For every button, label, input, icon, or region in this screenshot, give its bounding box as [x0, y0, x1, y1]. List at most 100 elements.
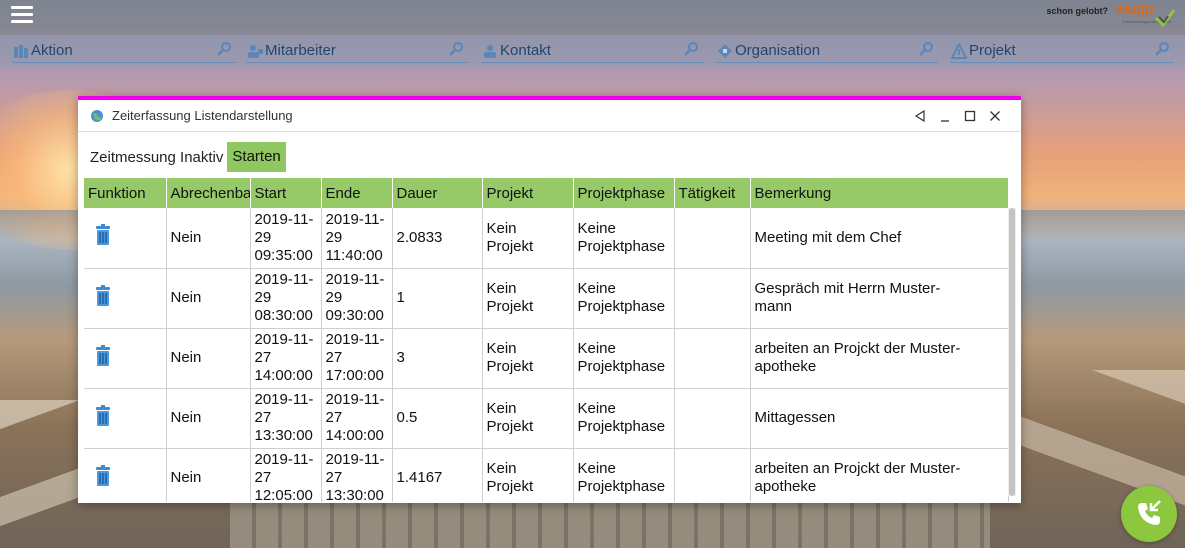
maximize-button[interactable] [957, 106, 982, 126]
search-icon[interactable] [683, 41, 699, 57]
dialog-toolbar: Zeitmessung Inaktiv Starten [90, 142, 286, 172]
column-header-dauer[interactable]: Dauer [392, 178, 483, 208]
search-bar: Aktion Mitarbeiter Kontakt Organisation … [0, 35, 1185, 67]
cell-funktion [84, 328, 167, 389]
cell-bemerkung: Mittagessen [750, 388, 1009, 449]
cell-projektphase: Keine Projektphase [573, 328, 675, 389]
column-header-projekt[interactable]: Projekt [482, 178, 574, 208]
table-row[interactable]: Nein 2019-11- 27 13:30:00 2019-11- 27 14… [84, 388, 1009, 449]
dialog-title: Zeiterfassung Listendarstellung [112, 108, 293, 123]
cell-taetigkeit [674, 448, 751, 502]
table-row[interactable]: Nein 2019-11- 29 09:35:00 2019-11- 29 11… [84, 208, 1009, 269]
cell-start: 2019-11- 27 14:00:00 [250, 328, 322, 389]
search-icon[interactable] [918, 41, 934, 57]
cell-abrechenbar: Nein [166, 448, 251, 502]
globe-icon [91, 109, 103, 122]
search-field-label: Mitarbeiter [265, 42, 336, 59]
table-row[interactable]: Nein 2019-11- 27 12:05:00 2019-11- 27 13… [84, 448, 1009, 502]
table-header-row: Funktion Abrechenbar Start Ende Dauer Pr… [84, 178, 1009, 208]
search-field-mitarbeiter[interactable]: Mitarbeiter [246, 39, 468, 63]
cell-projekt: Kein Projekt [482, 448, 574, 502]
project-icon [950, 42, 968, 59]
column-header-funktion[interactable]: Funktion [84, 178, 167, 208]
column-header-bemerkung[interactable]: Bemerkung [750, 178, 1009, 208]
search-field-label: Organisation [735, 42, 821, 59]
cell-funktion [84, 388, 167, 449]
minimize-icon [940, 120, 949, 122]
cell-bemerkung: arbeiten an Projckt der Muster- apotheke [750, 448, 1009, 502]
trash-icon[interactable] [94, 344, 112, 367]
cell-dauer: 1 [392, 268, 483, 329]
cell-start: 2019-11- 29 08:30:00 [250, 268, 322, 329]
close-icon [989, 111, 1000, 121]
start-button[interactable]: Starten [227, 142, 286, 172]
action-icon [12, 43, 30, 59]
cell-ende: 2019-11- 27 17:00:00 [321, 328, 393, 389]
top-bar: schon gelobt? wupp Zeiterfassungsmanagem… [0, 0, 1185, 35]
column-header-projektphase[interactable]: Projektphase [573, 178, 675, 208]
minimize-button[interactable] [932, 106, 957, 126]
cell-projekt: Kein Projekt [482, 268, 574, 329]
table-row[interactable]: Nein 2019-11- 29 08:30:00 2019-11- 29 09… [84, 268, 1009, 329]
cell-ende: 2019-11- 27 14:00:00 [321, 388, 393, 449]
cell-dauer: 0.5 [392, 388, 483, 449]
column-header-taetigkeit[interactable]: Tätigkeit [674, 178, 751, 208]
search-field-label: Kontakt [500, 42, 551, 59]
cell-dauer: 3 [392, 328, 483, 389]
column-header-start[interactable]: Start [250, 178, 322, 208]
search-field-label: Projekt [969, 42, 1016, 59]
cell-dauer: 1.4167 [392, 448, 483, 502]
cell-projektphase: Keine Projektphase [573, 208, 675, 269]
cell-projektphase: Keine Projektphase [573, 388, 675, 449]
search-field-label: Aktion [31, 42, 73, 59]
search-field-aktion[interactable]: Aktion [12, 39, 236, 63]
search-icon[interactable] [216, 41, 232, 57]
cell-bemerkung: Meeting mit dem Chef [750, 208, 1009, 269]
brand: schon gelobt? wupp Zeiterfassungsmanagem… [1047, 1, 1181, 33]
cell-projektphase: Keine Projektphase [573, 268, 675, 329]
cell-funktion [84, 268, 167, 329]
cell-projekt: Kein Projekt [482, 388, 574, 449]
search-field-kontakt[interactable]: Kontakt [481, 39, 703, 63]
cell-ende: 2019-11- 29 11:40:00 [321, 208, 393, 269]
column-header-ende[interactable]: Ende [321, 178, 393, 208]
trash-icon[interactable] [94, 284, 112, 307]
cell-bemerkung: Gespräch mit Herrn Muster- mann [750, 268, 1009, 329]
call-button[interactable] [1121, 486, 1177, 542]
cell-ende: 2019-11- 29 09:30:00 [321, 268, 393, 329]
cell-projekt: Kein Projekt [482, 328, 574, 389]
vertical-scrollbar[interactable] [1008, 208, 1016, 496]
cell-taetigkeit [674, 268, 751, 329]
time-entries-table: Funktion Abrechenbar Start Ende Dauer Pr… [84, 178, 1014, 502]
cell-funktion [84, 208, 167, 269]
column-header-abrechenbar[interactable]: Abrechenbar [166, 178, 251, 208]
cell-abrechenbar: Nein [166, 388, 251, 449]
trash-icon[interactable] [94, 464, 112, 487]
close-button[interactable] [982, 106, 1007, 126]
dialog-titlebar[interactable]: Zeiterfassung Listendarstellung [78, 100, 1021, 132]
brand-logo[interactable]: wupp Zeiterfassungsmanagement [1114, 1, 1180, 33]
scrollbar-thumb[interactable] [1009, 208, 1015, 496]
checkmark-icon [1154, 9, 1176, 28]
table-row[interactable]: Nein 2019-11- 27 14:00:00 2019-11- 27 17… [84, 328, 1009, 389]
cell-abrechenbar: Nein [166, 208, 251, 269]
cell-abrechenbar: Nein [166, 268, 251, 329]
cell-ende: 2019-11- 27 13:30:00 [321, 448, 393, 502]
maximize-icon [964, 110, 975, 122]
cell-abrechenbar: Nein [166, 328, 251, 389]
search-field-projekt[interactable]: Projekt [950, 39, 1174, 63]
search-icon[interactable] [448, 41, 464, 57]
trash-icon[interactable] [94, 404, 112, 427]
cell-projektphase: Keine Projektphase [573, 448, 675, 502]
cell-taetigkeit [674, 208, 751, 269]
time-tracking-dialog: Zeiterfassung Listendarstellung Zeitmess… [78, 96, 1021, 503]
search-icon[interactable] [1154, 41, 1170, 57]
collapse-button[interactable] [907, 106, 932, 126]
search-field-organisation[interactable]: Organisation [716, 39, 938, 63]
cell-bemerkung: arbeiten an Projckt der Muster- apotheke [750, 328, 1009, 389]
trash-icon[interactable] [94, 224, 112, 246]
cell-start: 2019-11- 29 09:35:00 [250, 208, 322, 269]
cell-taetigkeit [674, 388, 751, 449]
menu-icon[interactable] [11, 6, 33, 24]
brand-logo-text: wupp [1116, 1, 1154, 18]
